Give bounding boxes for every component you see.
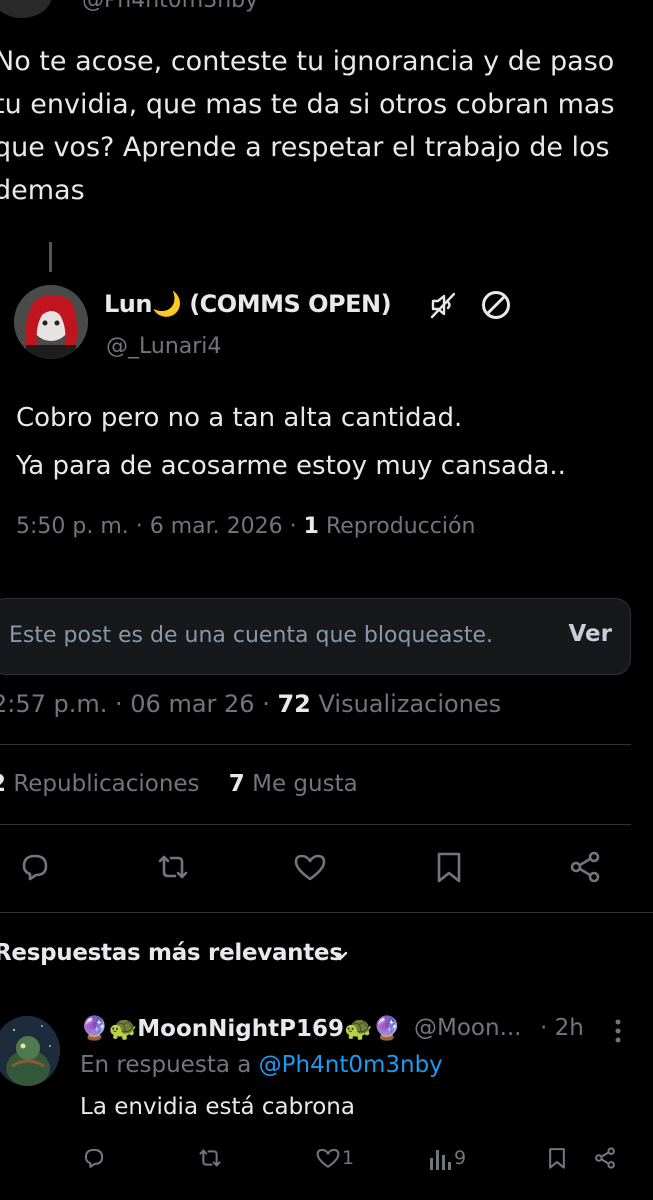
quoted-views-label: Reproducción xyxy=(318,514,476,539)
reply-text: La envidia está cabrona xyxy=(80,1094,355,1120)
blocked-icon xyxy=(480,289,512,321)
quoted-text: Cobro pero no a tan alta cantidad. Ya pa… xyxy=(16,394,636,490)
muted-notifications-icon xyxy=(428,290,458,320)
more-options-icon[interactable] xyxy=(608,1018,628,1044)
blocked-post-notice: Este post es de una cuenta que bloqueast… xyxy=(0,598,631,675)
reply-display-name[interactable]: 🔮🐢MoonNightP169🐢🔮 xyxy=(80,1015,401,1042)
likes-label[interactable]: Me gusta xyxy=(245,771,358,797)
author-handle[interactable]: @Ph4nt0m3nby xyxy=(82,0,258,13)
reply-to-line: En respuesta a @Ph4nt0m3nby xyxy=(80,1052,443,1078)
view-blocked-post-button[interactable]: Ver xyxy=(569,621,612,647)
quoted-time: 5:50 p. m. · 6 mar. 2026 · xyxy=(16,514,304,539)
reply-like-icon[interactable]: 1 xyxy=(314,1144,354,1172)
post-timestamp: 2:57 p.m. · 06 mar 26 · 72 Visualizacion… xyxy=(0,690,501,718)
thread-line xyxy=(49,242,52,272)
author-avatar[interactable] xyxy=(0,0,52,18)
post-time: 2:57 p.m. · 06 mar 26 · xyxy=(0,690,278,718)
reply-views-count: 9 xyxy=(454,1147,467,1169)
likes-count[interactable]: 7 xyxy=(229,771,245,797)
like-icon[interactable] xyxy=(291,848,329,886)
blocked-post-message: Este post es de una cuenta que bloqueast… xyxy=(9,623,493,648)
bookmark-icon[interactable] xyxy=(430,848,468,886)
divider xyxy=(0,824,631,825)
quoted-avatar[interactable] xyxy=(14,285,88,359)
quoted-views-count: 1 xyxy=(303,514,319,539)
reply-repost-icon[interactable] xyxy=(196,1144,224,1172)
engagement-stats: 2 Republicaciones 7 Me gusta xyxy=(0,771,358,797)
replies-sort-label[interactable]: Respuestas más relevantes xyxy=(0,940,343,966)
quoted-text-line: Ya para de acosarme estoy muy cansada.. xyxy=(16,451,566,481)
reply-time: · 2h xyxy=(540,1015,584,1041)
reposts-label[interactable]: Republicaciones xyxy=(6,771,199,797)
divider xyxy=(0,912,653,913)
post-views-count: 72 xyxy=(277,690,311,718)
reply-share-icon[interactable] xyxy=(592,1144,618,1172)
reply-reply-icon[interactable] xyxy=(80,1144,108,1172)
post-views-label: Visualizaciones xyxy=(310,690,502,718)
quoted-text-line: Cobro pero no a tan alta cantidad. xyxy=(16,403,463,433)
tweet-text: No te acose, conteste tu ignorancia y de… xyxy=(0,46,615,206)
reply-like-count: 1 xyxy=(342,1147,355,1169)
repost-icon[interactable] xyxy=(154,848,192,886)
reply-bookmark-icon[interactable] xyxy=(544,1144,570,1172)
share-icon[interactable] xyxy=(566,848,604,886)
reply-avatar[interactable] xyxy=(0,1016,60,1086)
quoted-display-name[interactable]: Lun🌙 (COMMS OPEN) xyxy=(104,290,392,318)
quoted-handle[interactable]: @_Lunari4 xyxy=(106,334,221,359)
reply-icon[interactable] xyxy=(16,848,54,886)
chevron-down-icon[interactable] xyxy=(330,946,350,966)
reply-to-prefix: En respuesta a xyxy=(80,1052,259,1078)
reply-views-icon[interactable]: 9 xyxy=(428,1144,466,1172)
divider xyxy=(0,744,631,745)
quoted-timestamp: 5:50 p. m. · 6 mar. 2026 · 1 Reproducció… xyxy=(16,514,475,539)
reply-handle[interactable]: @Moon... xyxy=(414,1015,522,1041)
reply-to-handle[interactable]: @Ph4nt0m3nby xyxy=(259,1052,443,1078)
